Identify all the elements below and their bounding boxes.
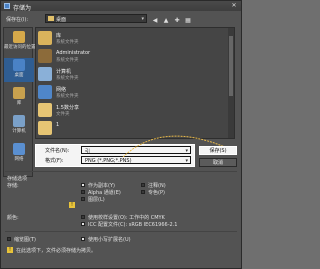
place-recent[interactable]: 最近访问的位置 — [4, 30, 36, 54]
network-icon — [38, 85, 52, 99]
warning-icon: ! — [7, 247, 13, 253]
place-label: 桌面 — [14, 73, 24, 78]
save-in-value: 桌面 — [56, 17, 67, 23]
file-name: 计算机 — [56, 69, 72, 75]
filename-value: 引 — [85, 149, 91, 155]
file-desc: 系统文件夹 — [56, 76, 79, 81]
proof-label: 使用校样设置(O): 工作中的 CMYK — [88, 215, 165, 221]
network-icon — [13, 143, 25, 155]
save-as-dialog: 存储为 ✕ 保存在(I): 桌面 ▾ ◀ ▲ ✚ ▦ 最近访问的位置 桌面 库 … — [0, 0, 242, 269]
save-in-label: 保存在(I): — [6, 17, 29, 23]
file-name: 1.5数分享 — [56, 105, 79, 111]
recent-places-icon — [13, 31, 25, 43]
folder-icon — [38, 121, 52, 135]
back-icon[interactable]: ◀ — [151, 17, 159, 25]
list-item[interactable]: 计算机 系统文件夹 — [38, 66, 198, 84]
folder-icon — [38, 103, 52, 117]
filename-label: 文件名(N): — [45, 147, 70, 154]
place-library[interactable]: 库 — [4, 86, 34, 110]
layers-checkbox[interactable] — [81, 197, 85, 201]
up-folder-icon[interactable]: ▲ — [162, 17, 170, 25]
title-bar: 存储为 ✕ — [1, 1, 241, 12]
list-item[interactable]: 库 系统文件夹 — [38, 30, 198, 48]
scrollbar-thumb[interactable] — [229, 36, 233, 96]
desktop-icon — [13, 59, 25, 71]
save-in-dropdown[interactable]: 桌面 ▾ — [45, 14, 147, 23]
scrollbar[interactable] — [228, 28, 234, 138]
icc-checkbox[interactable] — [81, 222, 85, 226]
format-label: 格式(F): — [45, 157, 64, 164]
place-label: 网络 — [14, 157, 24, 162]
library-icon — [38, 31, 52, 45]
layers-label: 图层(L) — [88, 197, 105, 203]
alpha-label: Alpha 通道(E) — [88, 190, 121, 196]
places-bar: 最近访问的位置 桌面 库 计算机 网络 — [3, 27, 36, 177]
place-desktop[interactable]: 桌面 — [4, 58, 34, 82]
thumbnail-checkbox[interactable] — [7, 237, 11, 241]
file-desc: 文件夹 — [56, 112, 70, 117]
lowercase-label: 使用小写扩展名(U) — [88, 237, 131, 243]
copy-warning-text: 在此选项下，文件必须存储为拷贝。 — [16, 248, 97, 254]
desktop-folder-icon — [48, 16, 54, 21]
list-item[interactable]: Administrator 系统文件夹 — [38, 48, 198, 66]
cancel-button[interactable]: 取消 — [199, 158, 237, 167]
app-icon — [4, 3, 10, 9]
notes-label: 注释(N) — [148, 183, 166, 189]
thumbnail-label: 缩览图(T) — [14, 237, 36, 243]
divider — [5, 231, 237, 232]
place-computer[interactable]: 计算机 — [4, 114, 34, 138]
save-button[interactable]: 保存(S) — [199, 146, 237, 155]
as-copy-checkbox[interactable] — [81, 183, 85, 187]
as-copy-label: 作为副本(Y) — [88, 183, 115, 189]
store-sub-label: 存储: — [7, 183, 19, 189]
file-name: 网络 — [56, 87, 67, 93]
library-icon — [13, 87, 25, 99]
place-label: 计算机 — [12, 129, 26, 134]
store-options-heading: 存储选项 — [7, 176, 28, 182]
user-folder-icon — [38, 49, 52, 63]
place-label: 最近访问的位置 — [4, 45, 36, 50]
list-item[interactable]: 网络 系统文件夹 — [38, 84, 198, 102]
file-desc: 系统文件夹 — [56, 94, 79, 99]
file-name: 1 — [56, 122, 60, 128]
color-label: 颜色: — [7, 215, 19, 221]
view-menu-icon[interactable]: ▦ — [184, 17, 192, 25]
lowercase-checkbox[interactable] — [81, 237, 85, 241]
file-name: 库 — [56, 33, 62, 39]
chevron-down-icon: ▾ — [141, 16, 144, 22]
dialog-title: 存储为 — [13, 5, 32, 12]
file-desc: 系统文件夹 — [56, 40, 79, 45]
notes-checkbox[interactable] — [141, 183, 145, 187]
spot-label: 专色(P) — [148, 190, 165, 196]
place-network[interactable]: 网络 — [4, 142, 34, 166]
place-label: 库 — [16, 101, 22, 106]
file-list[interactable]: 库 系统文件夹 Administrator 系统文件夹 计算机 系统文件夹 网络… — [35, 27, 235, 139]
close-icon[interactable]: ✕ — [230, 2, 238, 9]
computer-icon — [38, 67, 52, 81]
icc-label: ICC 配置文件(C): sRGB IEC61966-2.1 — [88, 222, 178, 228]
warning-icon: ! — [69, 202, 75, 208]
file-desc: 系统文件夹 — [56, 58, 79, 63]
proof-checkbox[interactable] — [81, 215, 85, 219]
spot-checkbox[interactable] — [141, 190, 145, 194]
computer-icon — [13, 115, 25, 127]
list-item[interactable]: 1.5数分享 文件夹 — [38, 102, 198, 120]
divider — [5, 171, 237, 172]
new-folder-icon[interactable]: ✚ — [173, 17, 181, 25]
file-name: Administrator — [56, 50, 91, 56]
alpha-checkbox[interactable] — [81, 190, 85, 194]
